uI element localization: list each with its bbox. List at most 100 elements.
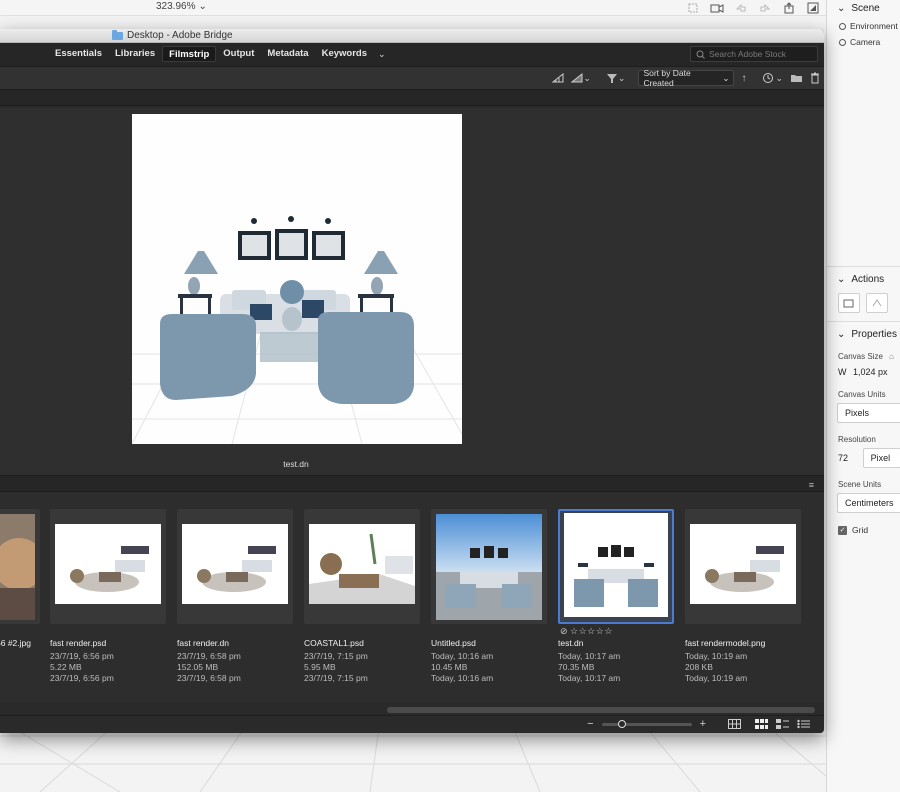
actions-title: Actions: [851, 273, 885, 285]
resolution-value[interactable]: 72: [827, 453, 863, 463]
resolution-unit-select[interactable]: Pixel: [862, 448, 900, 468]
window-title: Desktop - Adobe Bridge: [127, 30, 233, 41]
render-icon[interactable]: [806, 2, 820, 14]
thumbnail-image: [182, 524, 288, 604]
preview-image[interactable]: [132, 114, 462, 444]
divider: [827, 321, 900, 322]
fit-canvas-button[interactable]: [838, 293, 860, 313]
match-image-button[interactable]: [866, 293, 888, 313]
file-created: Today, 10:17 am: [558, 673, 621, 683]
zoom-out-icon[interactable]: −: [587, 718, 593, 730]
crop-icon: [843, 299, 854, 308]
file-created: Today, 10:19 am: [685, 673, 748, 683]
canvas-units-select[interactable]: Pixels: [837, 403, 900, 423]
thumbnail-card[interactable]: [685, 509, 801, 624]
tab-libraries[interactable]: Libraries: [109, 46, 161, 62]
tab-keywords[interactable]: Keywords: [316, 46, 373, 62]
stock-search-input[interactable]: Search Adobe Stock: [690, 46, 818, 62]
scene-units-label: Scene Units: [838, 480, 882, 489]
camera-bookmark-icon[interactable]: [710, 2, 724, 14]
thumbnail-card[interactable]: [177, 509, 293, 624]
file-meta: fast rendermodel.png Today, 10:19 am 208…: [685, 638, 765, 684]
file-created: 23/7/19, 7:15 pm: [304, 673, 368, 683]
thumbnail-card[interactable]: [0, 509, 40, 624]
list-view-icon[interactable]: [797, 719, 810, 729]
tab-filmstrip[interactable]: Filmstrip: [162, 46, 217, 62]
chevron-down-icon: ⌄: [837, 2, 846, 14]
sort-select[interactable]: Sort by Date Created ⌄: [638, 68, 735, 88]
file-size: 208 KB: [685, 662, 713, 672]
canvas-width-value: 1,024 px: [853, 367, 888, 377]
resolution-label: Resolution: [838, 435, 876, 444]
bridge-window: Desktop - Adobe Bridge Essentials Librar…: [0, 29, 824, 733]
scene-item-camera[interactable]: Camera: [827, 34, 900, 50]
tab-essentials[interactable]: Essentials: [49, 46, 108, 62]
thumbnail-card[interactable]: [431, 509, 547, 624]
stock-search-placeholder: Search Adobe Stock: [709, 49, 787, 59]
tab-output[interactable]: Output: [217, 46, 260, 62]
tab-metadata[interactable]: Metadata: [261, 46, 314, 62]
thumbnail-card[interactable]: [50, 509, 166, 624]
zoom-control[interactable]: 323.96% ⌄: [156, 1, 207, 12]
rating-stars-value: ☆☆☆☆☆: [570, 626, 613, 636]
thumbnail-image: [436, 514, 542, 620]
chevron-down-icon: ⌄: [722, 72, 730, 83]
thumbnail-card[interactable]: [304, 509, 420, 624]
properties-section-header[interactable]: ⌄ Properties: [827, 326, 900, 342]
actions-section-header[interactable]: ⌄ Actions: [827, 271, 900, 287]
scene-units-select[interactable]: Centimeters: [837, 493, 900, 513]
chevron-down-icon: ⌄: [198, 1, 207, 12]
grid-checkbox[interactable]: ✓: [838, 525, 847, 535]
trash-icon[interactable]: [810, 70, 820, 86]
filmstrip-header: ≡: [0, 475, 824, 492]
slider-knob[interactable]: [617, 719, 626, 728]
thumbnail-size-slider[interactable]: [601, 719, 692, 728]
sort-direction-arrow-icon[interactable]: ↑: [741, 70, 746, 86]
undo-icon[interactable]: [734, 2, 748, 14]
chevron-down-icon: ⌄: [837, 328, 846, 340]
share-icon[interactable]: [782, 2, 796, 14]
file-meta: fast render.psd 23/7/19, 6:56 pm 5.22 MB…: [50, 638, 114, 684]
properties-title: Properties: [851, 328, 897, 340]
workspace-tabs: Essentials Libraries Filmstrip Output Me…: [49, 46, 390, 63]
canvas-units-label: Canvas Units: [838, 390, 886, 399]
zoom-in-icon[interactable]: +: [700, 718, 706, 730]
search-icon: [696, 50, 705, 59]
panel-menu-icon[interactable]: ≡: [809, 480, 814, 490]
file-date: 23/7/19, 6:56 pm: [50, 651, 114, 661]
lock-icon[interactable]: ⌂: [889, 352, 894, 361]
frame-icon[interactable]: [686, 2, 700, 14]
scene-section-header[interactable]: ⌄ Scene: [827, 0, 900, 16]
quality-icon[interactable]: [552, 70, 564, 86]
filmstrip-scrollbar[interactable]: [0, 705, 824, 715]
workspace-more-chevron-icon[interactable]: ⌄: [374, 46, 390, 63]
width-prefix: W: [838, 367, 847, 377]
path-bar: [0, 89, 824, 106]
scene-item-label: Camera: [850, 37, 881, 47]
grid-lock-icon[interactable]: [728, 719, 741, 729]
room-render-image: [132, 114, 462, 444]
reject-icon[interactable]: ⊘: [560, 626, 568, 636]
file-date: Today, 10:17 am: [558, 651, 621, 661]
rating-filter-icon[interactable]: ⌄: [571, 70, 591, 86]
file-name: 56 #2.jpg: [0, 638, 31, 648]
chevron-down-icon: ⌄: [837, 273, 846, 285]
preview-filename: test.dn: [283, 459, 309, 469]
file-name: Untitled.psd: [431, 638, 476, 648]
grid-label: Grid: [852, 525, 869, 535]
scrollbar-thumb[interactable]: [387, 707, 815, 713]
details-view-icon[interactable]: [776, 719, 789, 729]
thumbnail-view-icon[interactable]: [755, 719, 768, 729]
file-date: 23/7/19, 7:15 pm: [304, 651, 368, 661]
scene-item-environment[interactable]: Environment: [827, 18, 900, 34]
open-recent-icon[interactable]: ⌄: [761, 70, 783, 86]
title-bar[interactable]: Desktop - Adobe Bridge: [0, 29, 824, 43]
scene-title: Scene: [851, 2, 880, 14]
canvas-size-label: Canvas Size ⌂: [827, 352, 900, 361]
new-folder-icon[interactable]: [790, 70, 803, 86]
redo-icon[interactable]: [758, 2, 772, 14]
rating-stars[interactable]: ⊘ ☆☆☆☆☆: [560, 626, 613, 637]
thumbnail-card-selected[interactable]: [558, 509, 674, 624]
filter-icon[interactable]: ⌄: [606, 70, 625, 86]
canvas-width-row[interactable]: W 1,024 px: [827, 367, 900, 377]
